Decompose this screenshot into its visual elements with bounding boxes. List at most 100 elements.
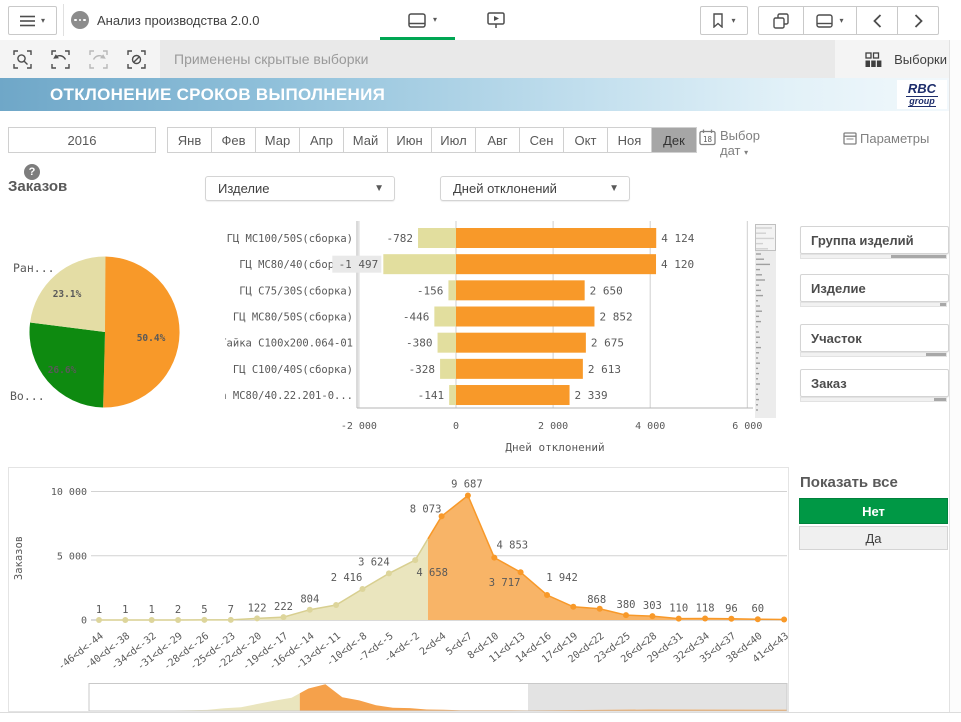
bar-negative[interactable] bbox=[448, 280, 456, 300]
next-sheet-button[interactable] bbox=[897, 6, 939, 35]
smart-search-button[interactable] bbox=[6, 44, 38, 74]
show-all-option-yes[interactable]: Да bbox=[799, 526, 948, 550]
bar-positive[interactable] bbox=[456, 359, 583, 379]
month-button-Мар[interactable]: Мар bbox=[256, 128, 300, 152]
area-point[interactable] bbox=[412, 557, 418, 563]
bar-positive[interactable] bbox=[456, 307, 594, 327]
filter-pane-2[interactable]: Изделие bbox=[800, 274, 949, 302]
bar-positive[interactable] bbox=[456, 333, 586, 353]
search-icon bbox=[13, 50, 32, 69]
filter-scrollbar[interactable] bbox=[800, 352, 947, 357]
bookmarks-button[interactable]: ▾ bbox=[700, 6, 748, 35]
month-button-Ноя[interactable]: Ноя bbox=[608, 128, 652, 152]
area-point[interactable] bbox=[544, 592, 550, 598]
month-button-Фев[interactable]: Фев bbox=[212, 128, 256, 152]
month-button-Сен[interactable]: Сен bbox=[520, 128, 564, 152]
month-button-Дек[interactable]: Дек bbox=[652, 128, 696, 152]
filter-pane-1[interactable]: Группа изделий bbox=[800, 226, 949, 254]
area-point[interactable] bbox=[781, 617, 787, 623]
clear-selections-button[interactable] bbox=[120, 44, 152, 74]
sheet-list-button[interactable]: ▾ bbox=[803, 6, 857, 35]
minimap-thumb[interactable] bbox=[756, 225, 776, 251]
pie-slice-1[interactable] bbox=[103, 257, 179, 408]
bar-negative[interactable] bbox=[383, 254, 456, 274]
area-point[interactable] bbox=[676, 616, 682, 622]
filter-pane-4[interactable]: Заказ bbox=[800, 369, 949, 397]
previous-sheet-button[interactable] bbox=[856, 6, 898, 35]
area-point[interactable] bbox=[333, 602, 339, 608]
pie-percent-label: 26.6% bbox=[48, 365, 77, 376]
bar-negative[interactable] bbox=[434, 307, 456, 327]
selections-tool-button[interactable]: Выборки bbox=[865, 40, 947, 78]
presentation-button[interactable] bbox=[483, 9, 509, 31]
year-filter[interactable]: 2016 bbox=[8, 127, 156, 153]
filter-scrollbar[interactable] bbox=[800, 254, 947, 259]
pie-percent-label: 23.1% bbox=[53, 289, 82, 300]
show-all-option-no[interactable]: Нет bbox=[799, 498, 948, 524]
month-button-Янв[interactable]: Янв bbox=[168, 128, 212, 152]
area-point[interactable] bbox=[360, 586, 366, 592]
bar-x-tick-label: 6 000 bbox=[732, 421, 762, 432]
area-point[interactable] bbox=[149, 617, 155, 623]
area-point[interactable] bbox=[281, 614, 287, 620]
month-button-Апр[interactable]: Апр bbox=[300, 128, 344, 152]
calendar-icon: 18 bbox=[699, 129, 716, 146]
month-button-Авг[interactable]: Авг bbox=[476, 128, 520, 152]
sheet-selector[interactable]: ▾ bbox=[408, 8, 454, 32]
area-point[interactable] bbox=[228, 617, 234, 623]
filter-pane-3[interactable]: Участок bbox=[800, 324, 949, 352]
range-slider-unselected[interactable] bbox=[528, 684, 787, 712]
sheet-icon bbox=[816, 14, 833, 28]
area-point[interactable] bbox=[623, 612, 629, 618]
area-point[interactable] bbox=[175, 617, 181, 623]
chevron-down-icon: ▾ bbox=[433, 16, 437, 24]
deviation-bar-chart[interactable]: -2 00002 0004 0006 000ГЦ МС100/50S(сборк… bbox=[225, 213, 765, 463]
bar-negative-value: -328 bbox=[409, 363, 436, 376]
area-point[interactable] bbox=[465, 493, 471, 499]
area-point[interactable] bbox=[518, 569, 524, 575]
month-button-Июн[interactable]: Июн bbox=[388, 128, 432, 152]
orders-area-chart[interactable]: 10 0005 0000Заказов1112571222228042 4163… bbox=[9, 468, 788, 711]
undo-selection-button[interactable] bbox=[44, 44, 76, 74]
area-point[interactable] bbox=[491, 555, 497, 561]
bar-positive[interactable] bbox=[456, 254, 656, 274]
bar-positive[interactable] bbox=[456, 228, 656, 248]
area-point[interactable] bbox=[96, 617, 102, 623]
bar-negative[interactable] bbox=[418, 228, 456, 248]
redo-selection-button[interactable] bbox=[82, 44, 114, 74]
clear-all-icon bbox=[127, 50, 146, 69]
area-point[interactable] bbox=[386, 570, 392, 576]
dimension-dropdown[interactable]: Изделие ▼ bbox=[205, 176, 395, 201]
bar-positive[interactable] bbox=[456, 280, 585, 300]
measure-dropdown[interactable]: Дней отклонений ▼ bbox=[440, 176, 630, 201]
filter-scrollbar[interactable] bbox=[800, 302, 947, 307]
month-button-Май[interactable]: Май bbox=[344, 128, 388, 152]
area-point[interactable] bbox=[728, 616, 734, 622]
month-button-Июл[interactable]: Июл bbox=[432, 128, 476, 152]
bar-negative[interactable] bbox=[440, 359, 456, 379]
area-point[interactable] bbox=[254, 615, 260, 621]
date-select-label: Выбор дат bbox=[720, 128, 760, 158]
parameters-button[interactable]: Параметры bbox=[843, 131, 929, 146]
area-point[interactable] bbox=[201, 617, 207, 623]
page-scrollbar[interactable] bbox=[949, 40, 961, 712]
filter-label: Изделие bbox=[801, 281, 866, 296]
bar-negative[interactable] bbox=[438, 333, 456, 353]
area-point[interactable] bbox=[649, 613, 655, 619]
global-menu-button[interactable]: ▾ bbox=[8, 6, 57, 35]
area-point[interactable] bbox=[122, 617, 128, 623]
filter-scrollbar[interactable] bbox=[800, 397, 947, 402]
bar-negative[interactable] bbox=[449, 385, 456, 405]
pie-chart[interactable]: 50.4%26.6%Во...23.1%Ран... bbox=[0, 210, 220, 435]
month-button-Окт[interactable]: Окт bbox=[564, 128, 608, 152]
duplicate-sheet-button[interactable] bbox=[758, 6, 804, 35]
area-point[interactable] bbox=[702, 616, 708, 622]
area-point[interactable] bbox=[755, 616, 761, 622]
bar-chart-scrollbar[interactable] bbox=[755, 224, 776, 418]
date-select-button[interactable]: 18 Выбор дат ▾ bbox=[699, 128, 771, 158]
chevron-down-icon: ▾ bbox=[41, 17, 45, 25]
area-point[interactable] bbox=[597, 606, 603, 612]
area-point[interactable] bbox=[307, 607, 313, 613]
area-point[interactable] bbox=[570, 604, 576, 610]
bar-positive[interactable] bbox=[456, 385, 570, 405]
